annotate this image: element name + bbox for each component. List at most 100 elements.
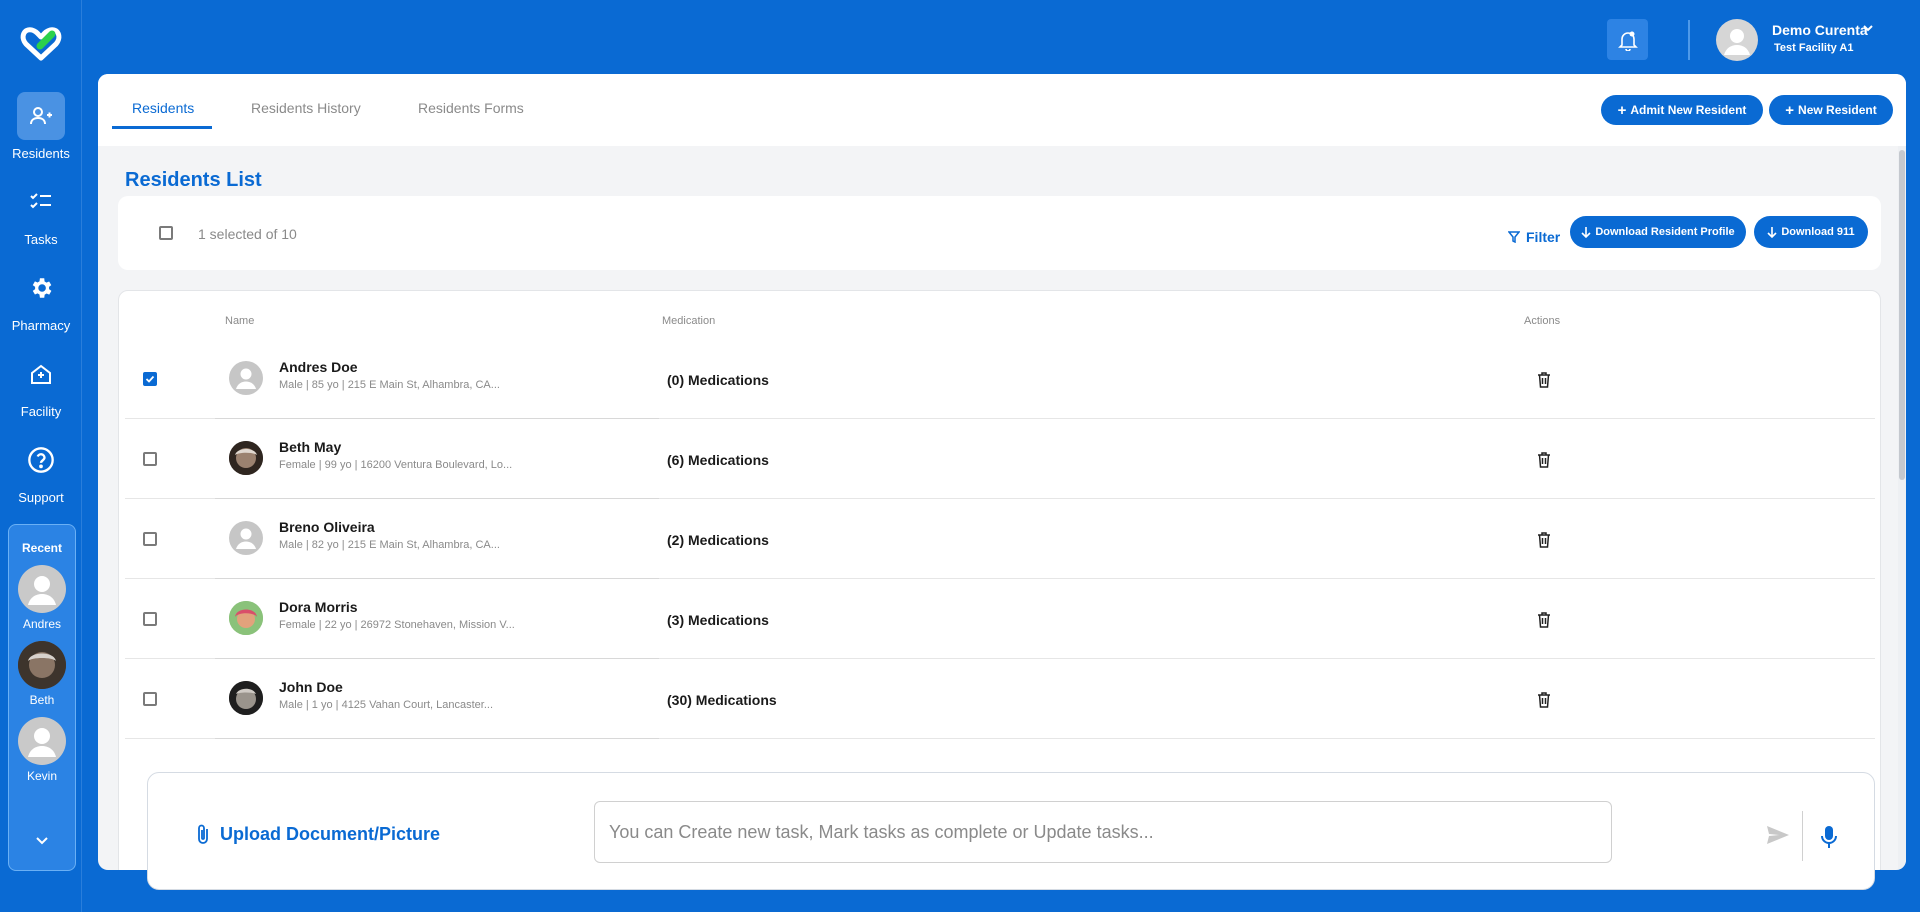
resident-detail: Female | 99 yo | 16200 Ventura Boulevard… bbox=[279, 459, 513, 471]
resident-name[interactable]: John Doe bbox=[279, 679, 343, 695]
upload-label: Upload Document/Picture bbox=[220, 823, 441, 844]
table-row[interactable]: John Doe Male | 1 yo | 4125 Vahan Court,… bbox=[125, 659, 1875, 739]
tab-residents-forms[interactable]: Residents Forms bbox=[418, 100, 524, 116]
active-tab-indicator bbox=[112, 126, 212, 129]
arrow-down-icon bbox=[1581, 227, 1591, 238]
avatar bbox=[18, 641, 66, 689]
header-divider bbox=[1688, 20, 1690, 60]
plus-icon: + bbox=[1785, 101, 1795, 119]
send-icon[interactable] bbox=[1766, 825, 1790, 845]
download-profile-label: Download Resident Profile bbox=[1595, 226, 1735, 238]
chevron-down-icon[interactable] bbox=[9, 832, 75, 850]
nav-label-pharmacy: Pharmacy bbox=[11, 318, 71, 333]
upload-document-button[interactable]: Upload Document/Picture bbox=[196, 823, 440, 845]
column-header-actions: Actions bbox=[1524, 315, 1561, 327]
resident-detail: Male | 85 yo | 215 E Main St, Alhambra, … bbox=[279, 379, 500, 391]
gear-icon bbox=[17, 264, 65, 312]
resident-detail: Male | 1 yo | 4125 Vahan Court, Lancaste… bbox=[279, 699, 494, 711]
filter-button[interactable]: Filter bbox=[1508, 229, 1560, 245]
nav-label-support: Support bbox=[18, 490, 64, 505]
tab-residents[interactable]: Residents bbox=[132, 100, 194, 116]
nav-residents[interactable]: Residents bbox=[0, 92, 82, 161]
trash-icon[interactable] bbox=[1537, 452, 1551, 468]
composer-divider bbox=[1802, 811, 1803, 861]
row-checkbox[interactable] bbox=[143, 692, 157, 706]
trash-icon[interactable] bbox=[1537, 372, 1551, 388]
plus-icon: + bbox=[1617, 101, 1627, 119]
resident-detail: Male | 82 yo | 215 E Main St, Alhambra, … bbox=[279, 539, 500, 551]
recent-residents-panel: Recent Andres Beth Kevin bbox=[8, 524, 76, 871]
nav-label-tasks: Tasks bbox=[24, 232, 58, 247]
avatar bbox=[229, 521, 263, 555]
nav-pharmacy[interactable]: Pharmacy bbox=[0, 264, 82, 333]
trash-icon[interactable] bbox=[1537, 612, 1551, 628]
resident-medications[interactable]: (2) Medications bbox=[667, 532, 769, 548]
resident-name[interactable]: Andres Doe bbox=[279, 359, 358, 375]
recent-item-andres[interactable]: Andres bbox=[9, 565, 75, 631]
column-header-name: Name bbox=[225, 315, 255, 327]
recent-item-beth[interactable]: Beth bbox=[9, 641, 75, 707]
arrow-down-icon bbox=[1767, 227, 1777, 238]
tab-bar: Residents Residents History Residents Fo… bbox=[98, 74, 1906, 146]
app-logo[interactable] bbox=[18, 24, 64, 64]
resident-detail: Female | 22 yo | 26972 Stonehaven, Missi… bbox=[279, 619, 515, 631]
recent-title: Recent bbox=[21, 541, 62, 555]
table-row[interactable]: Beth May Female | 99 yo | 16200 Ventura … bbox=[125, 419, 1875, 499]
admit-button-label: Admit New Resident bbox=[1630, 103, 1747, 117]
avatar bbox=[229, 681, 263, 715]
resident-medications[interactable]: (0) Medications bbox=[667, 372, 769, 388]
user-name[interactable]: Demo Curenta bbox=[1772, 22, 1868, 38]
task-command-input[interactable] bbox=[594, 801, 1612, 863]
avatar bbox=[18, 717, 66, 765]
download-911-label: Download 911 bbox=[1781, 226, 1855, 238]
row-checkbox[interactable] bbox=[143, 612, 157, 626]
facility-icon bbox=[17, 350, 65, 398]
main-panel: Residents Residents History Residents Fo… bbox=[98, 74, 1906, 870]
resident-name[interactable]: Breno Oliveira bbox=[279, 519, 375, 535]
row-checkbox[interactable] bbox=[143, 372, 157, 386]
trash-icon[interactable] bbox=[1537, 692, 1551, 708]
recent-name: Beth bbox=[29, 693, 55, 707]
row-checkbox[interactable] bbox=[143, 452, 157, 466]
admit-new-resident-button[interactable]: + Admit New Resident bbox=[1601, 95, 1763, 125]
resident-medications[interactable]: (30) Medications bbox=[667, 692, 777, 708]
bell-icon bbox=[1617, 31, 1638, 51]
paperclip-icon bbox=[198, 824, 208, 844]
nav-support[interactable]: Support bbox=[0, 436, 82, 505]
selection-count: 1 selected of 10 bbox=[198, 226, 297, 242]
new-resident-button[interactable]: + New Resident bbox=[1769, 95, 1893, 125]
sidebar: Residents Tasks Pharmacy Facility Suppor… bbox=[0, 0, 82, 912]
resident-name[interactable]: Beth May bbox=[279, 439, 341, 455]
table-row[interactable]: Breno Oliveira Male | 82 yo | 215 E Main… bbox=[125, 499, 1875, 579]
tab-residents-history[interactable]: Residents History bbox=[251, 100, 361, 116]
recent-name: Andres bbox=[22, 617, 62, 631]
select-all-checkbox[interactable] bbox=[159, 226, 173, 240]
tasks-icon bbox=[17, 178, 65, 226]
microphone-icon[interactable] bbox=[1821, 825, 1837, 849]
chevron-down-icon[interactable] bbox=[1862, 22, 1874, 34]
resident-medications[interactable]: (6) Medications bbox=[667, 452, 769, 468]
nav-label-residents: Residents bbox=[12, 146, 70, 161]
nav-facility[interactable]: Facility bbox=[0, 350, 82, 419]
resident-medications[interactable]: (3) Medications bbox=[667, 612, 769, 628]
resident-name[interactable]: Dora Morris bbox=[279, 599, 358, 615]
download-resident-profile-button[interactable]: Download Resident Profile bbox=[1570, 216, 1746, 248]
recent-item-kevin[interactable]: Kevin bbox=[9, 717, 75, 783]
notifications-button[interactable] bbox=[1607, 19, 1648, 60]
user-avatar[interactable] bbox=[1716, 19, 1758, 61]
scrollbar-thumb[interactable] bbox=[1899, 150, 1905, 480]
avatar bbox=[229, 601, 263, 635]
download-911-button[interactable]: Download 911 bbox=[1754, 216, 1868, 248]
nav-tasks[interactable]: Tasks bbox=[0, 178, 82, 247]
residents-icon bbox=[17, 92, 65, 140]
table-row[interactable]: Dora Morris Female | 22 yo | 26972 Stone… bbox=[125, 579, 1875, 659]
trash-icon[interactable] bbox=[1537, 532, 1551, 548]
filter-icon bbox=[1508, 231, 1520, 243]
avatar bbox=[229, 361, 263, 395]
table-row[interactable]: Andres Doe Male | 85 yo | 215 E Main St,… bbox=[125, 339, 1875, 419]
chat-composer: Upload Document/Picture bbox=[147, 772, 1875, 890]
check-icon bbox=[145, 375, 155, 383]
new-button-label: New Resident bbox=[1798, 103, 1877, 117]
row-checkbox[interactable] bbox=[143, 532, 157, 546]
user-facility: Test Facility A1 bbox=[1774, 42, 1854, 54]
